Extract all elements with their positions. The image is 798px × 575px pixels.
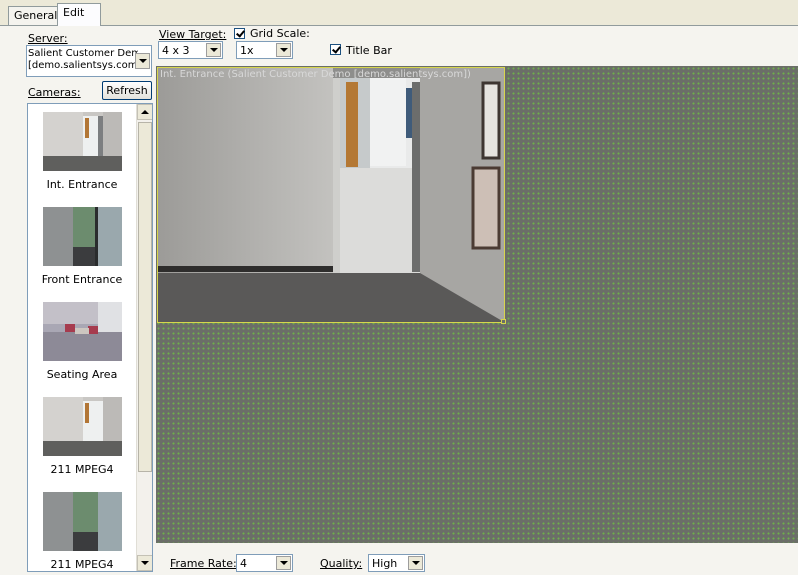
tab-general[interactable]: General xyxy=(8,6,64,25)
camera-list-scrollbar[interactable] xyxy=(136,104,152,571)
camera-thumbnail xyxy=(43,112,122,171)
cameras-label: Cameras: xyxy=(28,86,81,99)
camera-label: Front Entrance xyxy=(41,273,123,286)
server-dropdown-button[interactable] xyxy=(135,53,150,69)
frame-rate-select[interactable]: 4 xyxy=(236,554,293,572)
camera-thumbnail xyxy=(43,302,122,361)
list-item[interactable]: 211 MPEG4 xyxy=(28,488,136,571)
chevron-down-icon xyxy=(138,59,147,63)
camera-thumbnail xyxy=(43,207,122,266)
server-select[interactable]: Salient Customer Demo [demo.salientsys.c… xyxy=(26,45,152,77)
title-bar-label: Title Bar xyxy=(346,44,392,57)
server-value-line2: [demo.salientsys.com] xyxy=(28,60,138,71)
scrollbar-thumb[interactable] xyxy=(138,122,152,472)
camera-list[interactable]: Int. Entrance Front Entrance Seating Are… xyxy=(27,103,153,572)
quality-label: Quality: xyxy=(320,557,363,570)
grid-scale-dropdown-button[interactable] xyxy=(276,43,291,57)
camera-label: 211 MPEG4 xyxy=(50,463,114,476)
arrow-down-icon xyxy=(141,561,149,565)
frame-rate-value: 4 xyxy=(240,557,247,570)
grid-scale-checkbox[interactable] xyxy=(234,28,245,39)
camera-thumbnail xyxy=(43,492,122,551)
quality-select[interactable]: High xyxy=(368,554,425,572)
camera-label: 211 MPEG4 xyxy=(50,558,114,571)
camera-tile-title: Int. Entrance (Salient Customer Demo [de… xyxy=(160,69,471,80)
grid-scale-label: Grid Scale: xyxy=(250,27,310,40)
frame-rate-label: Frame Rate: xyxy=(170,557,237,570)
view-target-dropdown-button[interactable] xyxy=(206,43,221,57)
chevron-down-icon xyxy=(279,48,288,52)
quality-dropdown-button[interactable] xyxy=(408,556,423,570)
camera-tile[interactable]: Int. Entrance (Salient Customer Demo [de… xyxy=(157,67,505,323)
tab-edit[interactable]: Edit xyxy=(57,3,101,26)
view-target-value: 4 x 3 xyxy=(162,44,190,57)
camera-label: Int. Entrance xyxy=(46,178,118,191)
list-item[interactable]: 211 MPEG4 xyxy=(28,393,136,488)
server-value: Salient Customer Demo [demo.salientsys.c… xyxy=(28,48,138,72)
tab-general-label: General xyxy=(14,9,58,22)
list-item[interactable]: Front Entrance xyxy=(28,203,136,298)
server-label: Server: xyxy=(28,32,68,45)
scroll-up-button[interactable] xyxy=(137,104,152,120)
grid-scale-select[interactable]: 1x xyxy=(236,41,293,59)
list-item[interactable]: Seating Area xyxy=(28,298,136,393)
camera-feed-image xyxy=(158,68,504,322)
view-target-select[interactable]: 4 x 3 xyxy=(158,41,223,59)
scroll-down-button[interactable] xyxy=(137,555,152,571)
view-target-label: View Target: xyxy=(159,28,227,41)
frame-rate-dropdown-button[interactable] xyxy=(276,556,291,570)
list-item[interactable]: Int. Entrance xyxy=(28,108,136,203)
tab-edit-label: Edit xyxy=(63,6,85,19)
chevron-down-icon xyxy=(411,561,420,565)
camera-label: Seating Area xyxy=(46,368,118,381)
refresh-button[interactable]: Refresh xyxy=(102,81,152,100)
title-bar-checkbox[interactable] xyxy=(330,44,341,55)
chevron-down-icon xyxy=(209,48,218,52)
camera-thumbnail xyxy=(43,397,122,456)
chevron-down-icon xyxy=(279,561,288,565)
tile-resize-handle[interactable] xyxy=(501,319,506,324)
quality-value: High xyxy=(372,557,398,570)
server-value-line1: Salient Customer Demo xyxy=(28,48,138,59)
grid-scale-value: 1x xyxy=(240,44,254,57)
arrow-up-icon xyxy=(141,110,149,114)
tab-bar: General Edit xyxy=(0,0,798,26)
